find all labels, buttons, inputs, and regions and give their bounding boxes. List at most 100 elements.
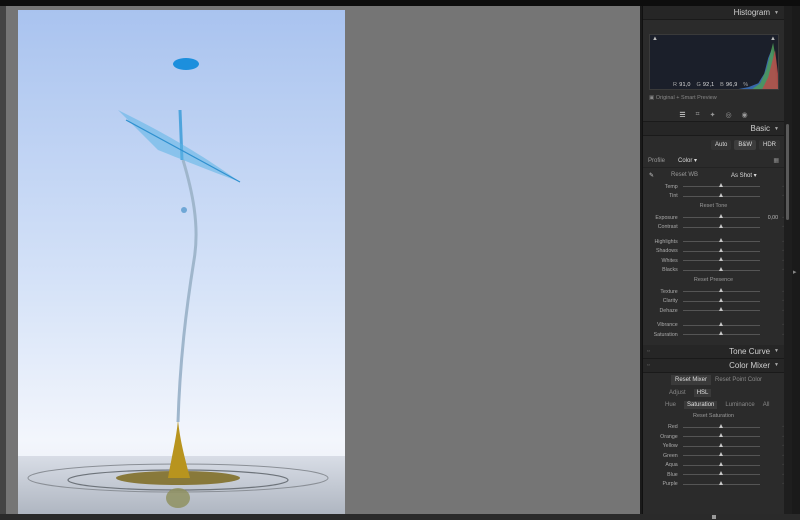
slider-track[interactable] [682, 442, 761, 447]
slider-handle[interactable] [718, 452, 723, 457]
slider-track[interactable] [682, 214, 761, 219]
collapse-icon: ▼ [774, 125, 779, 132]
profile-select[interactable]: Color ▾ [678, 157, 773, 164]
smart-preview-status[interactable]: ▣ Original + Smart Preview [649, 95, 717, 101]
highlight-clipping-icon[interactable]: ▲ [770, 36, 776, 42]
slider-label: Shadows [655, 248, 678, 255]
profile-browser-icon[interactable]: ▦ [773, 157, 779, 164]
edit-sliders-icon[interactable]: ☰ [679, 111, 685, 119]
wb-eyedropper-icon[interactable]: ✎ [649, 172, 671, 179]
slider-track[interactable] [682, 480, 761, 485]
slider-handle[interactable] [718, 321, 723, 326]
slider-track[interactable] [682, 288, 761, 293]
crop-icon[interactable]: ⌗ [696, 111, 700, 119]
reset-wb-button[interactable]: Reset WB [671, 172, 731, 178]
reset-saturation-button[interactable]: Reset Saturation [643, 413, 784, 423]
slider-label: Orange [660, 433, 678, 440]
slider-handle[interactable] [718, 247, 723, 252]
histogram-panel: ▲ ▲ R 91,0 G 92,1 B 96,9 % ▣ Original + Sma… [643, 20, 784, 108]
slider-track[interactable] [682, 471, 761, 476]
slider-track[interactable] [682, 461, 761, 466]
slider-track[interactable] [682, 257, 761, 262]
tab-all[interactable]: All [763, 402, 770, 408]
slider-label: Exposure [655, 214, 678, 221]
slider-track[interactable] [682, 331, 761, 336]
slider-label: Blacks [662, 267, 678, 274]
slider-shadows: Shadows◦ [643, 247, 784, 257]
slider-handle[interactable] [718, 423, 723, 428]
color-mixer-header[interactable]: ⇔ Color Mixer ▼ [643, 358, 784, 373]
slider-track[interactable] [682, 266, 761, 271]
slider-handle[interactable] [718, 307, 723, 312]
slider-track[interactable] [682, 247, 761, 252]
slider-handle[interactable] [718, 442, 723, 447]
slider-handle[interactable] [718, 288, 723, 293]
bw-button[interactable]: B&W [734, 140, 756, 150]
image-canvas[interactable] [0, 6, 640, 514]
tab-saturation[interactable]: Saturation [684, 400, 718, 409]
collapse-panel-icon[interactable]: ▸ [793, 268, 797, 276]
slider-blacks: Blacks◦ [643, 266, 784, 276]
slider-handle[interactable] [718, 331, 723, 336]
slider-track[interactable] [682, 238, 761, 243]
slider-track[interactable] [682, 307, 761, 312]
slider-handle[interactable] [718, 223, 723, 228]
hsl-select[interactable]: HSL [693, 388, 712, 397]
white-balance-row: ✎ Reset WB As Shot ▾ [643, 168, 784, 182]
slider-vibrance: Vibrance◦ [643, 321, 784, 331]
histogram-header[interactable]: Histogram ▼ [643, 6, 784, 20]
slider-value[interactable]: 0,00 [760, 215, 778, 221]
slider-label: Aqua [665, 462, 678, 469]
scroll-thumb[interactable] [786, 124, 789, 220]
reset-mixer-button[interactable]: Reset Mixer [671, 374, 712, 385]
wb-select[interactable]: As Shot ▾ [731, 172, 757, 179]
tone-sliders-2: Highlights◦Shadows◦Whites◦Blacks◦ [643, 237, 784, 275]
slider-contrast: Contrast◦ [643, 223, 784, 233]
red-eye-icon[interactable]: ◎ [725, 111, 731, 119]
slider-handle[interactable] [718, 266, 723, 271]
slider-track[interactable] [682, 433, 761, 438]
shadow-clipping-icon[interactable]: ▲ [652, 36, 658, 42]
percent-unit: % [743, 82, 749, 88]
right-panel: Histogram ▼ ▲ ▲ R 91,0 G 92,1 B 96,9 % ▣ Or… [642, 6, 784, 514]
slider-track[interactable] [682, 452, 761, 457]
slider-track[interactable] [682, 297, 761, 302]
slider-label: Red [668, 424, 678, 431]
slider-track[interactable] [682, 423, 761, 428]
slider-handle[interactable] [718, 183, 723, 188]
slider-label: Temp [664, 183, 678, 190]
slider-clarity: Clarity◦ [643, 297, 784, 307]
tone-curve-title: Tone Curve [729, 346, 771, 356]
masking-icon[interactable]: ◉ [742, 111, 748, 119]
hdr-button[interactable]: HDR [759, 140, 780, 150]
healing-icon[interactable]: ✦ [710, 111, 716, 119]
edit-toolstrip: ☰ ⌗ ✦ ◎ ◉ [643, 108, 784, 122]
collapse-icon: ▼ [774, 348, 779, 354]
slider-aqua: Aqua◦ [643, 461, 784, 471]
reset-point-color-button[interactable]: Reset Point Color [715, 377, 762, 383]
tone-curve-header[interactable]: ⇔ Tone Curve ▼ [643, 344, 784, 359]
slider-handle[interactable] [718, 461, 723, 466]
slider-handle[interactable] [718, 192, 723, 197]
slider-handle[interactable] [718, 214, 723, 219]
slider-handle[interactable] [718, 297, 723, 302]
slider-track[interactable] [682, 183, 761, 188]
slider-track[interactable] [682, 223, 761, 228]
slider-track[interactable] [682, 192, 761, 197]
slider-handle[interactable] [718, 257, 723, 262]
tab-luminance[interactable]: Luminance [725, 402, 754, 408]
auto-button[interactable]: Auto [710, 140, 732, 150]
slider-dehaze: Dehaze◦ [643, 306, 784, 316]
reset-presence-button[interactable]: Reset Presence [643, 277, 784, 287]
tab-hue[interactable]: Hue [665, 402, 676, 408]
slider-track[interactable] [682, 321, 761, 326]
panel-scrollbar[interactable] [784, 6, 792, 514]
basic-header[interactable]: Basic ▼ [643, 122, 784, 136]
slider-handle[interactable] [718, 238, 723, 243]
filmstrip-toggle-icon[interactable] [712, 515, 716, 519]
slider-handle[interactable] [718, 471, 723, 476]
presence-sliders: Texture◦Clarity◦Dehaze◦ [643, 287, 784, 316]
reset-tone-button[interactable]: Reset Tone [643, 203, 784, 213]
slider-handle[interactable] [718, 433, 723, 438]
slider-handle[interactable] [718, 480, 723, 485]
